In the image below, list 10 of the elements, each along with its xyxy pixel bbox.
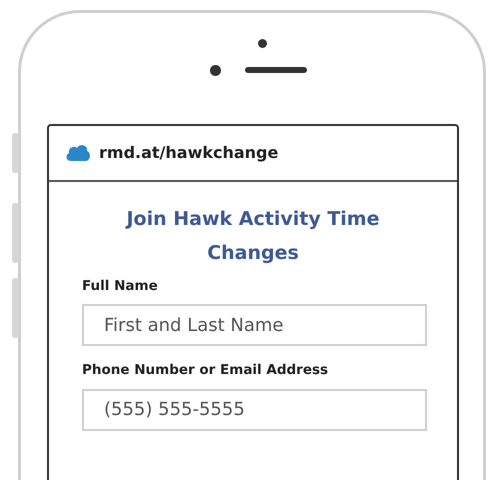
speaker-slot bbox=[244, 67, 306, 73]
field-label: Full Name bbox=[82, 277, 159, 296]
input-field[interactable]: First and Last Name bbox=[82, 304, 427, 346]
form-title: Join Hawk Activity Time Changes bbox=[124, 207, 380, 266]
field-label: Phone Number or Email Address bbox=[82, 361, 330, 380]
url-text: rmd.at/hawkchange bbox=[99, 142, 278, 164]
input-field[interactable]: (555) 555-5555 bbox=[82, 388, 427, 430]
sensor-dot bbox=[210, 64, 220, 76]
camera-dot bbox=[258, 39, 266, 48]
cloud-icon bbox=[65, 144, 91, 162]
